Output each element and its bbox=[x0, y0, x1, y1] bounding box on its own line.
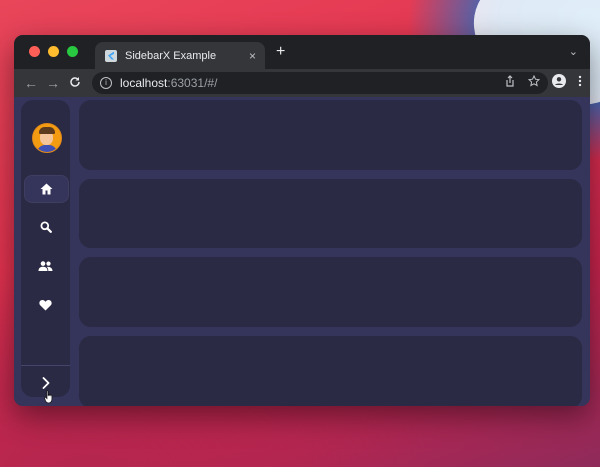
tab-search-menu-icon[interactable]: ⌄ bbox=[569, 45, 578, 58]
tab-close-icon[interactable]: × bbox=[249, 49, 256, 63]
content-panel bbox=[79, 336, 582, 406]
new-tab-button[interactable]: + bbox=[276, 43, 285, 61]
content-panel bbox=[79, 100, 582, 170]
sidebar-divider bbox=[21, 365, 70, 366]
site-info-icon[interactable]: i bbox=[100, 77, 112, 89]
bookmark-star-icon[interactable] bbox=[528, 75, 540, 87]
tab-title: SidebarX Example bbox=[125, 49, 217, 62]
avatar[interactable] bbox=[32, 123, 62, 153]
sidebar-item-search[interactable] bbox=[24, 214, 67, 240]
chevron-right-icon bbox=[42, 377, 50, 389]
close-window-button[interactable] bbox=[29, 46, 40, 57]
hand-cursor-icon bbox=[44, 390, 53, 404]
zoom-window-button[interactable] bbox=[67, 46, 78, 57]
app-content bbox=[14, 97, 590, 406]
browser-window: SidebarX Example × + ⌄ ← → i localhost :… bbox=[14, 35, 590, 406]
share-icon[interactable] bbox=[504, 75, 516, 87]
window-controls bbox=[29, 46, 78, 57]
search-icon bbox=[40, 221, 52, 233]
url-path: :63031/#/ bbox=[167, 76, 218, 90]
toolbar-actions bbox=[504, 74, 582, 88]
tab-bar: SidebarX Example × + ⌄ bbox=[14, 35, 590, 69]
content-panel bbox=[79, 179, 582, 248]
sidebar-item-people[interactable] bbox=[24, 253, 67, 279]
reload-icon bbox=[70, 77, 80, 87]
browser-toolbar: ← → i localhost :63031/#/ bbox=[14, 69, 590, 97]
kebab-menu-icon[interactable] bbox=[578, 75, 582, 87]
back-button[interactable]: ← bbox=[20, 75, 42, 91]
flutter-favicon-icon bbox=[105, 49, 117, 62]
content-panel bbox=[79, 257, 582, 327]
sidebar bbox=[21, 100, 70, 397]
reload-button[interactable] bbox=[64, 75, 86, 91]
browser-tab[interactable]: SidebarX Example × bbox=[95, 42, 265, 69]
favorite-icon bbox=[39, 299, 52, 311]
sidebar-item-home[interactable] bbox=[24, 175, 69, 203]
url-host: localhost bbox=[120, 76, 168, 90]
forward-button[interactable]: → bbox=[42, 75, 64, 91]
profile-icon[interactable] bbox=[552, 74, 566, 88]
sidebar-item-favorites[interactable] bbox=[24, 292, 67, 318]
address-bar[interactable]: i localhost :63031/#/ bbox=[92, 72, 548, 94]
minimize-window-button[interactable] bbox=[48, 46, 59, 57]
home-icon bbox=[40, 183, 53, 195]
people-icon bbox=[38, 261, 53, 271]
